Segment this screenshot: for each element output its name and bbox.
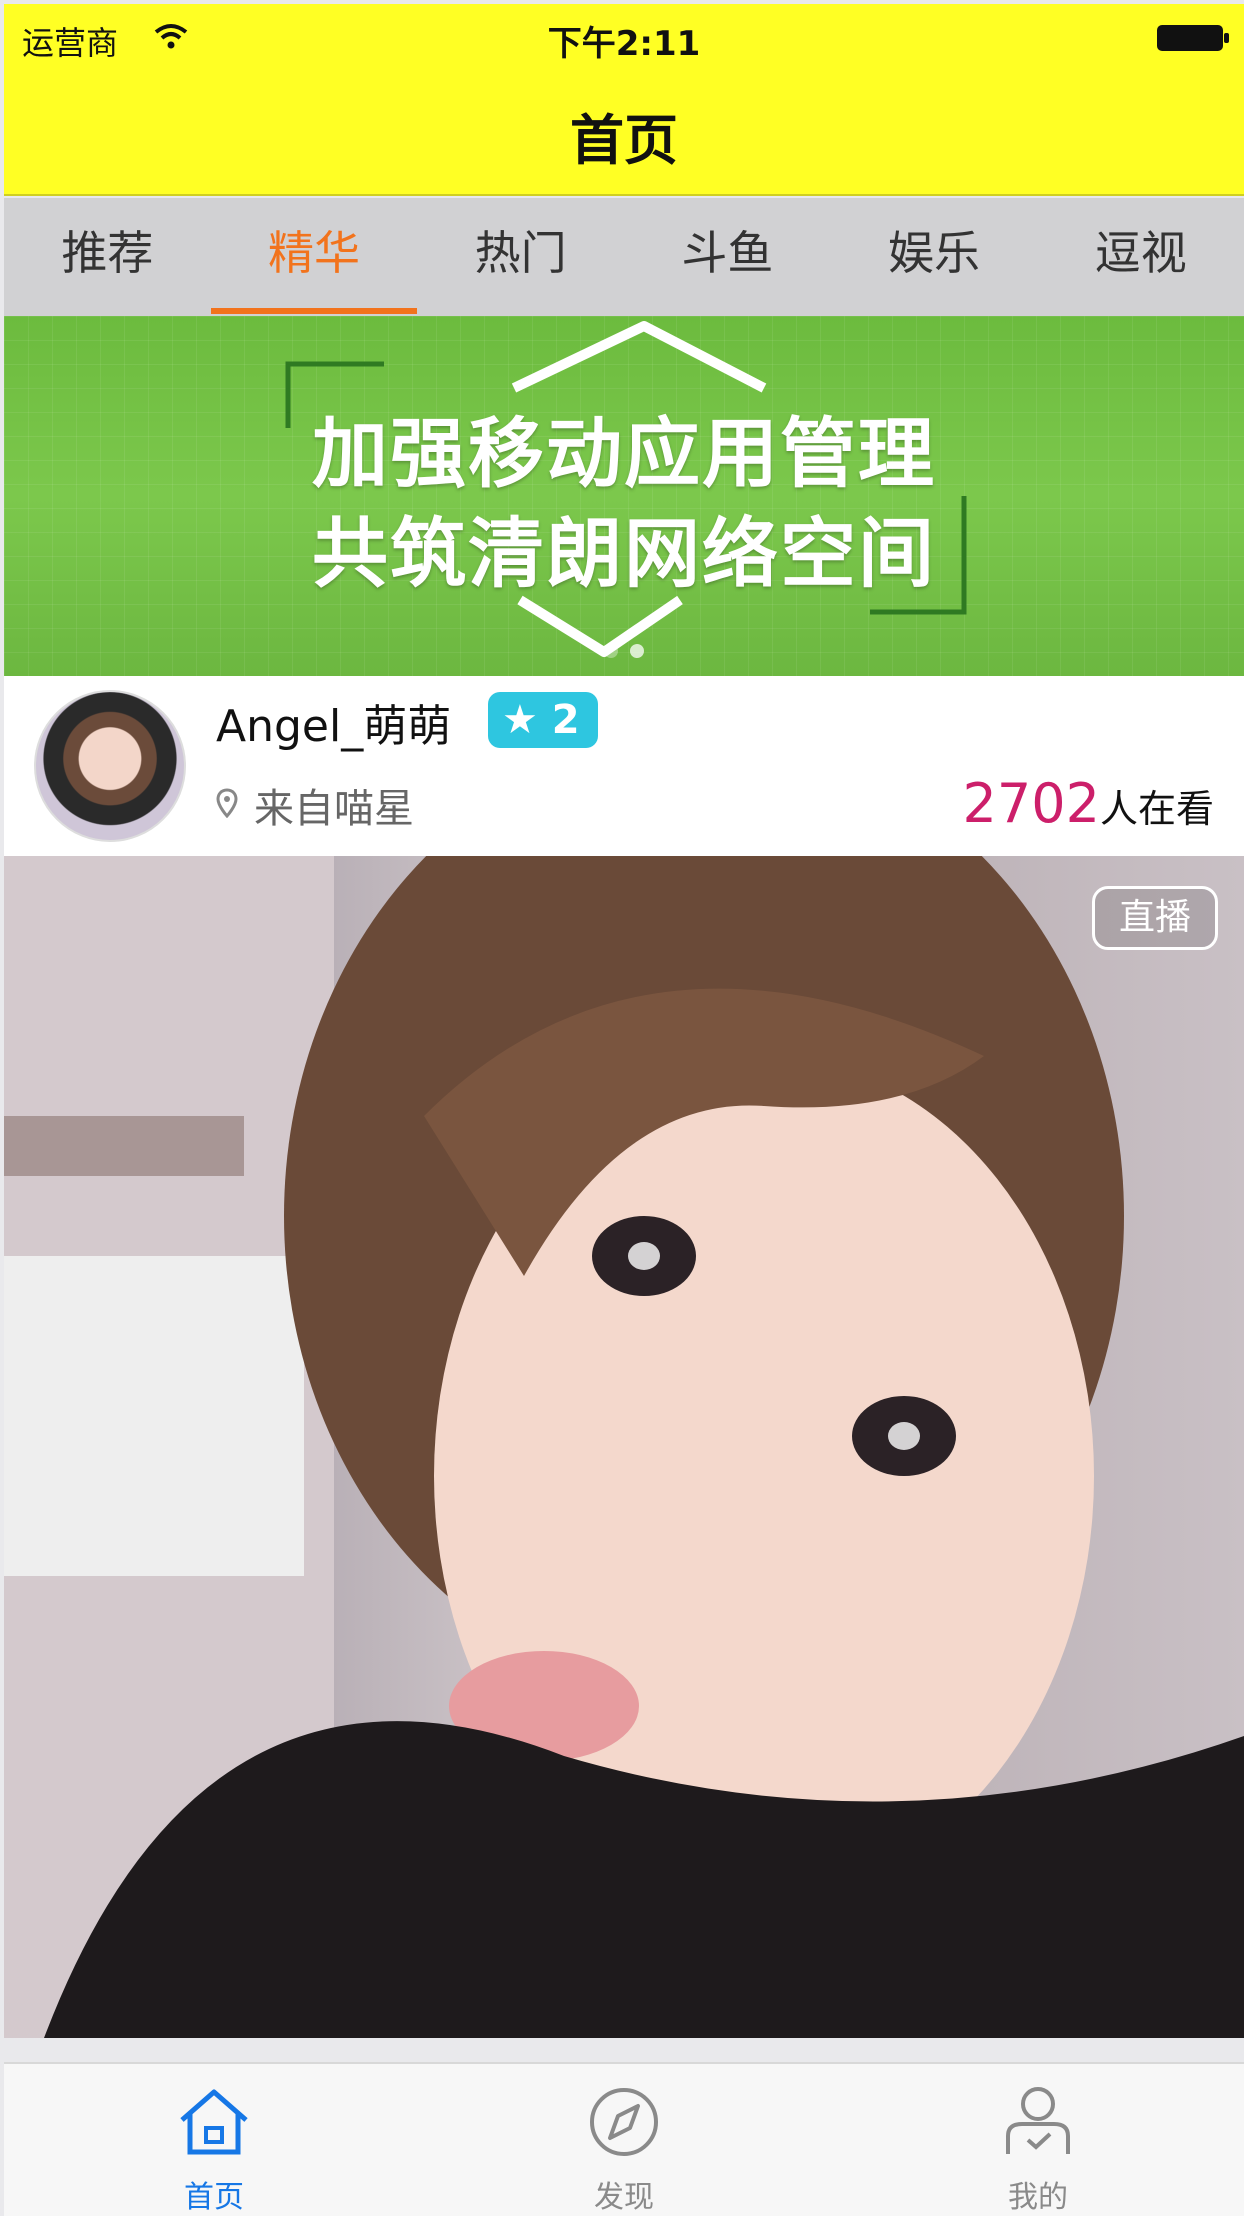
tabbar-label-discover: 发现 <box>594 2180 654 2215</box>
bottom-tab-bar: 首页 发现 我的 <box>4 2062 1244 2216</box>
live-card-header[interactable]: Angel_萌萌 ★ 2 来自喵星 2702人在看 <box>4 676 1244 856</box>
viewer-number: 2702 <box>962 772 1100 835</box>
location-pin-icon <box>216 788 238 818</box>
tabbar-item-me[interactable]: 我的 <box>938 2064 1138 2216</box>
battery-icon <box>1157 25 1229 51</box>
banner-page-indicator <box>4 643 1244 662</box>
viewer-suffix: 人在看 <box>1099 787 1214 831</box>
tab-recommend[interactable]: 推荐 <box>4 198 211 316</box>
tab-douyu[interactable]: 斗鱼 <box>624 198 831 316</box>
status-bar: 运营商 下午2:11 <box>4 4 1244 70</box>
tab-entertainment[interactable]: 娱乐 <box>831 198 1038 316</box>
stream-cover-image <box>4 856 1244 2038</box>
page-title: 首页 <box>570 109 678 172</box>
banner-headline-1: 加强移动应用管理 <box>312 409 936 498</box>
person-icon <box>1006 2087 1070 2154</box>
location-label: 来自喵星 <box>254 786 414 832</box>
navigation-bar: 运营商 下午2:11 首页 <box>4 4 1244 196</box>
tab-hot[interactable]: 热门 <box>417 198 624 316</box>
tab-doushi[interactable]: 逗视 <box>1037 198 1244 316</box>
viewer-count: 2702人在看 <box>963 772 1214 835</box>
avatar[interactable] <box>34 690 186 842</box>
level-value: 2 <box>551 697 580 743</box>
banner-headline-2: 共筑清朗网络空间 <box>312 509 936 598</box>
status-time: 下午2:11 <box>547 24 701 64</box>
level-badge: ★ 2 <box>488 692 598 748</box>
live-stream-cover[interactable]: 直播 <box>4 856 1244 2038</box>
page-dot <box>604 644 618 658</box>
compass-icon <box>590 2088 658 2156</box>
tabbar-item-home[interactable]: 首页 <box>114 2064 314 2216</box>
home-icon <box>180 2089 248 2155</box>
tabbar-item-discover[interactable]: 发现 <box>524 2064 724 2216</box>
tabbar-label-home: 首页 <box>184 2180 244 2215</box>
streamer-name: Angel_萌萌 <box>216 701 452 752</box>
page-dot-active <box>630 644 644 658</box>
category-tabs: 推荐 精华 热门 斗鱼 娱乐 逗视 <box>4 198 1244 316</box>
tabbar-label-me: 我的 <box>1008 2180 1068 2215</box>
tab-featured[interactable]: 精华 <box>210 198 418 316</box>
promo-banner[interactable]: 加强移动应用管理 共筑清朗网络空间 <box>4 316 1244 676</box>
live-badge: 直播 <box>1091 886 1218 950</box>
